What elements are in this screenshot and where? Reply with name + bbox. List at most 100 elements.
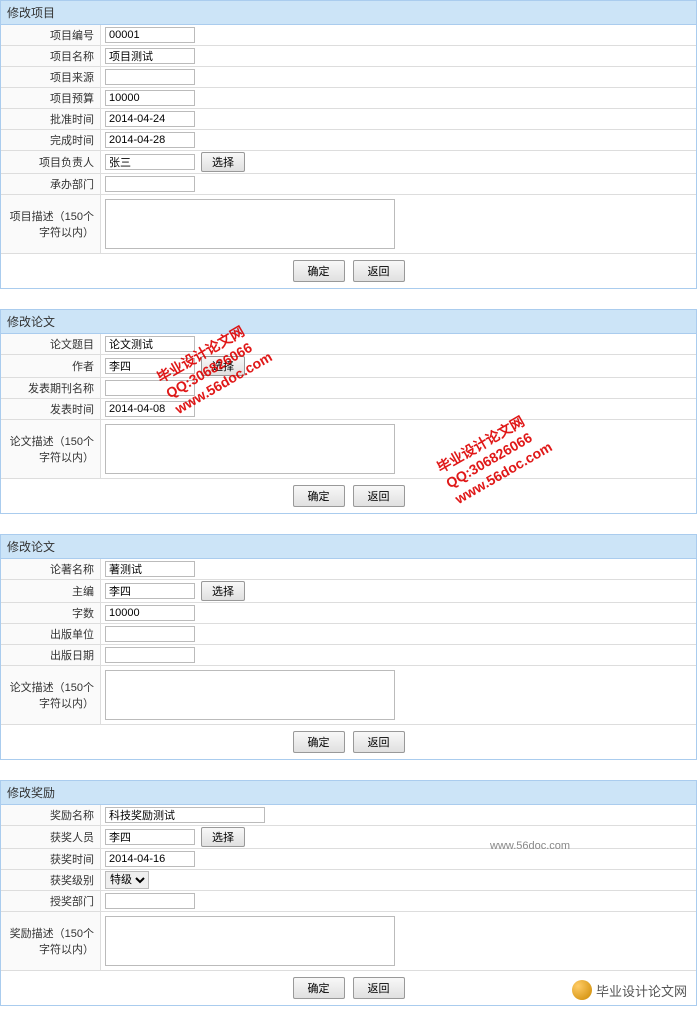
text-input[interactable] <box>105 27 195 43</box>
form-value: 选择 <box>101 355 696 377</box>
form-label: 字数 <box>1 603 101 623</box>
form-row: 完成时间 <box>1 130 696 151</box>
form-row: 作者 选择 <box>1 355 696 378</box>
form-value: 选择 <box>101 580 696 602</box>
text-input[interactable] <box>105 380 195 396</box>
form-label: 论文描述（150个字符以内） <box>1 666 101 724</box>
form-row: 项目预算 <box>1 88 696 109</box>
button-row: 确定返回 <box>1 254 696 288</box>
text-input[interactable] <box>105 829 195 845</box>
form-value <box>101 912 696 970</box>
form-value <box>101 67 696 87</box>
confirm-button[interactable]: 确定 <box>293 485 345 507</box>
form-row: 项目编号 <box>1 25 696 46</box>
form-row: 出版单位 <box>1 624 696 645</box>
form-value <box>101 130 696 150</box>
select-button[interactable]: 选择 <box>201 581 245 601</box>
form-row: 项目名称 <box>1 46 696 67</box>
form-value <box>101 399 696 419</box>
form-label: 承办部门 <box>1 174 101 194</box>
form-value <box>101 46 696 66</box>
form-value <box>101 645 696 665</box>
form-row: 论文描述（150个字符以内） <box>1 420 696 479</box>
text-input[interactable] <box>105 401 195 417</box>
form-label: 论文描述（150个字符以内） <box>1 420 101 478</box>
select-button[interactable]: 选择 <box>201 356 245 376</box>
confirm-button[interactable]: 确定 <box>293 260 345 282</box>
form-value: 选择 <box>101 826 696 848</box>
form-label: 项目负责人 <box>1 151 101 173</box>
form-row: 字数 <box>1 603 696 624</box>
form-row: 承办部门 <box>1 174 696 195</box>
form-value <box>101 849 696 869</box>
text-input[interactable] <box>105 111 195 127</box>
form-row: 奖励描述（150个字符以内） <box>1 912 696 971</box>
description-textarea[interactable] <box>105 670 395 720</box>
back-button[interactable]: 返回 <box>353 260 405 282</box>
text-input[interactable] <box>105 807 265 823</box>
select-button[interactable]: 选择 <box>201 827 245 847</box>
back-button[interactable]: 返回 <box>353 977 405 999</box>
form-label: 作者 <box>1 355 101 377</box>
text-input[interactable] <box>105 605 195 621</box>
text-input[interactable] <box>105 176 195 192</box>
form-label: 发表时间 <box>1 399 101 419</box>
form-row: 项目来源 <box>1 67 696 88</box>
form-label: 出版单位 <box>1 624 101 644</box>
form-label: 奖励名称 <box>1 805 101 825</box>
form-value <box>101 891 696 911</box>
form-title: 修改奖励 <box>1 781 696 805</box>
button-row: 确定返回 <box>1 479 696 513</box>
form-title: 修改论文 <box>1 310 696 334</box>
description-textarea[interactable] <box>105 916 395 966</box>
form-label: 项目来源 <box>1 67 101 87</box>
text-input[interactable] <box>105 336 195 352</box>
text-input[interactable] <box>105 48 195 64</box>
form-row: 获奖级别特级 <box>1 870 696 891</box>
text-input[interactable] <box>105 893 195 909</box>
description-textarea[interactable] <box>105 424 395 474</box>
form-row: 项目负责人 选择 <box>1 151 696 174</box>
form-value <box>101 603 696 623</box>
form-block: 修改论文论著名称主编选择字数出版单位出版日期论文描述（150个字符以内）确定返回 <box>0 534 697 760</box>
form-value <box>101 420 696 478</box>
form-value <box>101 334 696 354</box>
select-button[interactable]: 选择 <box>201 152 245 172</box>
form-label: 论著名称 <box>1 559 101 579</box>
form-value <box>101 378 696 398</box>
back-button[interactable]: 返回 <box>353 485 405 507</box>
text-input[interactable] <box>105 69 195 85</box>
description-textarea[interactable] <box>105 199 395 249</box>
form-label: 项目编号 <box>1 25 101 45</box>
text-input[interactable] <box>105 647 195 663</box>
confirm-button[interactable]: 确定 <box>293 731 345 753</box>
form-value <box>101 195 696 253</box>
confirm-button[interactable]: 确定 <box>293 977 345 999</box>
back-button[interactable]: 返回 <box>353 731 405 753</box>
form-value: 特级 <box>101 870 696 890</box>
form-block: 修改论文论文题目作者选择发表期刊名称发表时间论文描述（150个字符以内）确定返回 <box>0 309 697 514</box>
form-label: 出版日期 <box>1 645 101 665</box>
form-label: 项目预算 <box>1 88 101 108</box>
form-row: 批准时间 <box>1 109 696 130</box>
form-label: 完成时间 <box>1 130 101 150</box>
form-label: 获奖时间 <box>1 849 101 869</box>
form-label: 奖励描述（150个字符以内） <box>1 912 101 970</box>
text-input[interactable] <box>105 154 195 170</box>
form-value <box>101 109 696 129</box>
globe-icon <box>572 980 592 1000</box>
text-input[interactable] <box>105 583 195 599</box>
text-input[interactable] <box>105 90 195 106</box>
form-row: 授奖部门 <box>1 891 696 912</box>
text-input[interactable] <box>105 132 195 148</box>
text-input[interactable] <box>105 561 195 577</box>
text-input[interactable] <box>105 851 195 867</box>
text-input[interactable] <box>105 358 195 374</box>
form-row: 获奖人员选择 <box>1 826 696 849</box>
form-title: 修改论文 <box>1 535 696 559</box>
form-row: 论文描述（150个字符以内） <box>1 666 696 725</box>
form-row: 发表时间 <box>1 399 696 420</box>
level-select[interactable]: 特级 <box>105 871 149 889</box>
text-input[interactable] <box>105 626 195 642</box>
form-label: 项目描述（150个字符以内） <box>1 195 101 253</box>
